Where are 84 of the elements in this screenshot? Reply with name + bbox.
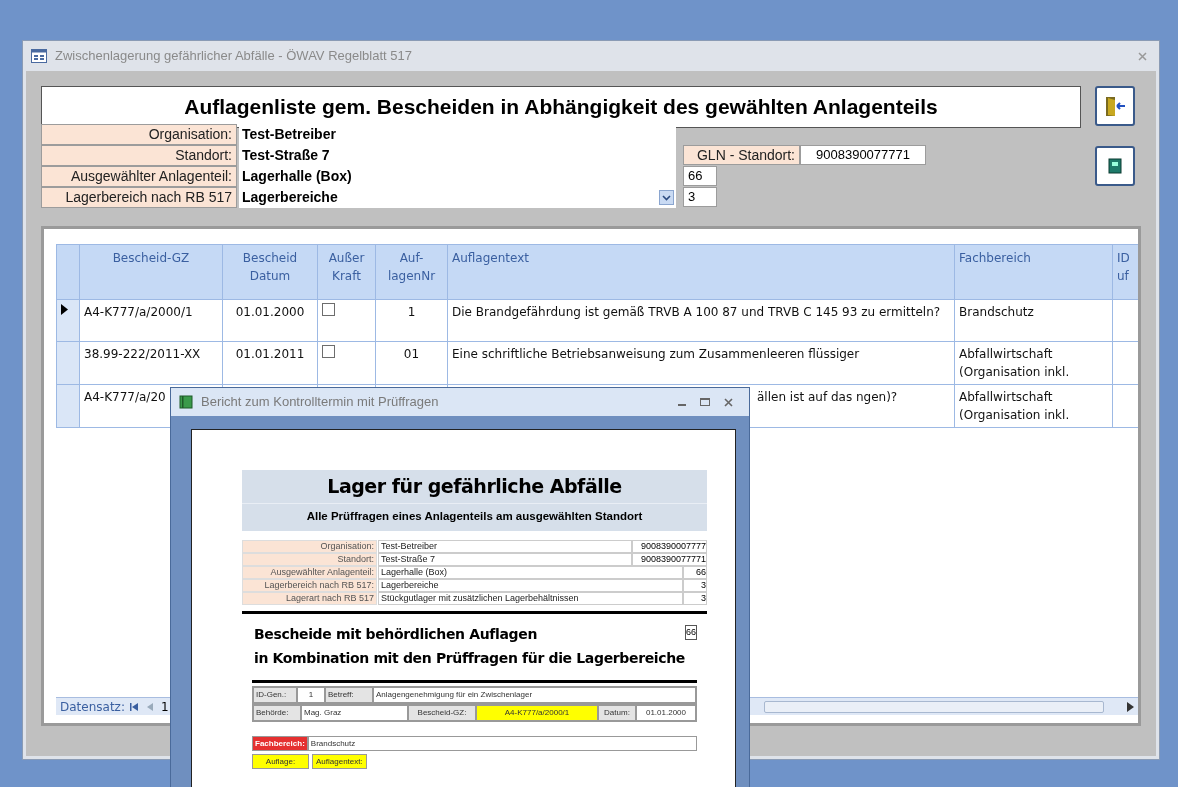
report-field-label: ID-Gen.:	[253, 687, 297, 703]
field-value: Lagerhalle (Box)	[241, 167, 353, 186]
column-header[interactable]: Bescheid-GZ	[79, 244, 223, 300]
report-field-value: Brandschutz	[307, 736, 697, 751]
report-field-value: 66	[683, 566, 707, 579]
table-cell: 38.99-222/2011-XX	[79, 341, 223, 385]
exit-button[interactable]	[1095, 86, 1135, 126]
form-icon	[31, 49, 47, 63]
current-row-icon	[61, 304, 68, 315]
report-field-value: Lagerhalle (Box)	[378, 566, 683, 579]
report-field-value: Stückgutlager mit zusätzlichen Lagerbehältnissen	[378, 592, 683, 605]
column-header[interactable]: Auf-lagenNr	[375, 244, 448, 300]
report-field-label: Auflagentext:	[312, 754, 367, 769]
field-label: Standort:	[41, 145, 237, 166]
report-field-label: Fachbereich:	[252, 736, 308, 751]
record-label: Datensatz:	[59, 698, 126, 716]
header-cell	[56, 244, 80, 300]
count-field: 66	[683, 166, 717, 186]
report-field-label: Behörde:	[253, 705, 301, 721]
maximize-icon[interactable]	[700, 398, 710, 406]
column-header[interactable]: ID uf	[1112, 244, 1138, 300]
column-header[interactable]: Auflagentext	[447, 244, 955, 300]
field-value: Test-Straße 7	[241, 146, 331, 165]
report-field-label: Lagerbereich nach RB 517:	[242, 579, 377, 592]
report-field-value: Lagerbereiche	[378, 579, 683, 592]
report-field-label: Bescheid-GZ:	[408, 705, 476, 721]
checkbox[interactable]	[322, 345, 335, 358]
dropdown-field[interactable]: Lagerbereiche	[239, 187, 676, 208]
report-field-value: 3	[683, 592, 707, 605]
report-field-label: Standort:	[242, 553, 377, 566]
report-subtitle: Alle Prüffragen eines Anlagenteils am ausgewählten Standort	[242, 503, 707, 531]
report-field-value: 1	[297, 687, 325, 703]
table-cell: 01.01.2000	[222, 299, 318, 342]
field-value: 9008390077771	[800, 145, 926, 165]
table-cell: Die Brandgefährdung ist gemäß TRVB A 100 87 und TRVB C 145 93 zu ermitteln?	[447, 299, 955, 342]
table-cell: Brandschutz	[954, 299, 1113, 342]
window-title: Zwischenlagerung gefährlicher Abfälle - ÖWAV Regelblatt 517	[55, 47, 412, 66]
report-icon	[179, 395, 193, 409]
report-button[interactable]	[1095, 146, 1135, 186]
table-cell: 01.01.2011	[222, 341, 318, 385]
first-record-icon[interactable]	[128, 701, 139, 712]
report-field-label: Betreff:	[325, 687, 373, 703]
table-cell: 01	[375, 341, 448, 385]
field-label: Organisation:	[41, 124, 237, 145]
table-cell: Abfallwirtschaft (Organisation inkl.	[954, 341, 1113, 385]
record-number: 1	[160, 698, 169, 716]
form-title: Auflagenliste gem. Bescheiden in Abhängigkeit des gewählten Anlagenteils	[41, 86, 1081, 128]
row-selector[interactable]	[56, 299, 80, 342]
field-label: Lagerbereich nach RB 517	[41, 187, 237, 208]
report-field-value: 9008390077771	[632, 553, 707, 566]
report-field-value: Test-Betreiber	[378, 540, 632, 553]
report-field-value: Mag. Graz	[301, 705, 408, 721]
report-badge: 66	[685, 625, 698, 640]
report-heading: in Kombination mit den Prüffragen für die Lagerbereiche	[254, 649, 685, 668]
report-field-label: Auflage:	[252, 754, 309, 769]
table-cell: Abfallwirtschaft (Organisation inkl.	[954, 384, 1113, 428]
report-field-value: 3	[683, 579, 707, 592]
field-value: Test-Betreiber	[241, 125, 337, 144]
report-field-value: 01.01.2000	[636, 705, 696, 721]
report-field-value: Test-Straße 7	[378, 553, 632, 566]
field-label: GLN - Standort:	[683, 145, 800, 165]
book-icon	[1108, 158, 1122, 174]
close-icon[interactable]	[724, 397, 733, 407]
report-field-label: Organisation:	[242, 540, 377, 553]
report-field-label: Ausgewählter Anlagenteil:	[242, 566, 377, 579]
report-title: Lager für gefährliche Abfälle	[327, 474, 622, 499]
table-cell: Eine schriftliche Betriebsanweisung zum Zusammenleeren flüssiger	[447, 341, 955, 385]
column-header[interactable]: Fachbereich	[954, 244, 1113, 300]
column-header[interactable]: Bescheid Datum	[222, 244, 318, 300]
field-label: Ausgewählter Anlagenteil:	[41, 166, 237, 187]
column-header[interactable]: Außer Kraft	[317, 244, 376, 300]
scroll-right-icon[interactable]	[1127, 701, 1134, 712]
table-cell: A4-K777/a/2000/1	[79, 299, 223, 342]
report-field-label: Lagerart nach RB 517	[242, 592, 377, 605]
report-field-value: Anlagengenehmigung für ein Zwischenlager	[373, 687, 696, 703]
checkbox[interactable]	[322, 303, 335, 316]
exit-door-icon	[1103, 94, 1127, 118]
report-field-value: A4-K777/a/2000/1	[476, 705, 598, 721]
report-field-value: 9008390007777	[632, 540, 707, 553]
count-field: 3	[683, 187, 717, 207]
chevron-down-icon	[659, 190, 674, 205]
table-cell: 1	[375, 299, 448, 342]
report-heading: Bescheide mit behördlichen Auflagen	[254, 625, 537, 644]
report-field-label: Datum:	[598, 705, 636, 721]
